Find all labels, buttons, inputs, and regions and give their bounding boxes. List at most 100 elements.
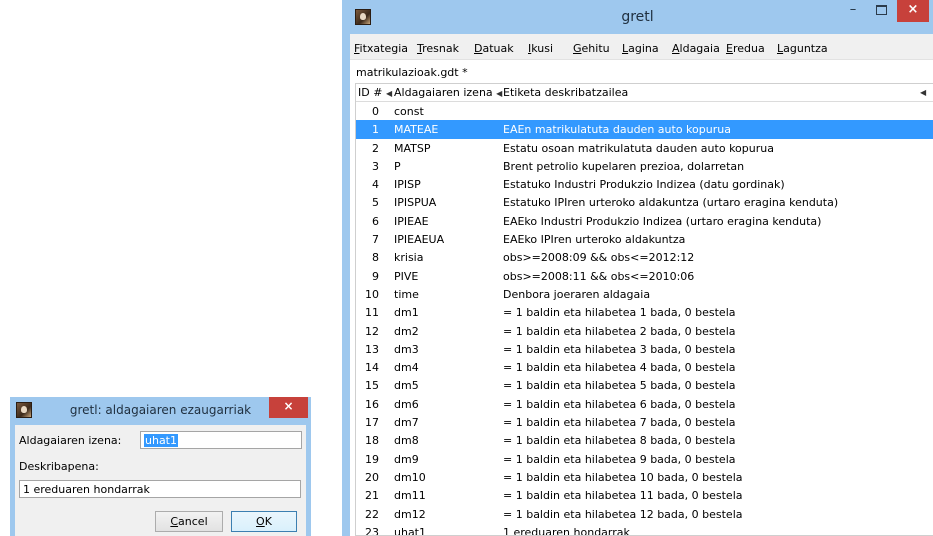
cell-id: 22 [365, 507, 379, 521]
variable-list[interactable]: ID # ◀ Aldagaiaren izena ◀ Etiketa deskr… [355, 83, 933, 536]
cell-name: IPIEAE [394, 214, 429, 228]
cell-name: dm1 [394, 306, 419, 320]
cell-name: dm8 [394, 434, 419, 448]
menu-tresnak[interactable]: Tresnak [417, 42, 459, 55]
cell-description: Estatu osoan matrikulatuta dauden auto k… [503, 141, 774, 155]
cell-description: obs>=2008:09 && obs<=2012:12 [503, 251, 695, 265]
cell-id: 8 [372, 251, 379, 265]
cell-name: MATEAE [394, 123, 439, 137]
variable-name-value: uhat1 [144, 434, 178, 447]
table-row[interactable]: 16 dm6 = 1 baldin eta hilabetea 6 bada, 0 … [356, 395, 933, 413]
ok-button[interactable]: OK [231, 511, 297, 532]
sort-arrow-icon: ◀ [385, 89, 393, 98]
cell-description: = 1 baldin eta hilabetea 6 bada, 0 beste… [503, 397, 736, 411]
maximize-button[interactable] [867, 0, 895, 22]
cell-description: = 1 baldin eta hilabetea 11 bada, 0 best… [503, 489, 743, 503]
cell-id: 14 [365, 361, 379, 375]
table-row[interactable]: 2 MATSP Estatu osoan matrikulatuta dauden … [356, 139, 933, 157]
table-row[interactable]: 0 const [356, 102, 933, 120]
dialog-close-button[interactable]: × [269, 397, 308, 418]
cell-id: 1 [372, 123, 379, 137]
close-button[interactable]: × [897, 0, 929, 22]
cell-name: dm12 [394, 507, 426, 521]
cell-name: PIVE [394, 269, 419, 283]
table-row[interactable]: 20 dm10 = 1 baldin eta hilabetea 10 bada, … [356, 468, 933, 486]
description-label: Deskribapena: [19, 460, 99, 473]
table-row[interactable]: 9 PIVE obs>=2008:11 && obs<=2010:06 [356, 267, 933, 285]
table-row[interactable]: 6 IPIEAE EAEko Industri Produkzio Indizea … [356, 212, 933, 230]
main-titlebar[interactable]: gretl – × [342, 0, 933, 34]
cell-description: = 1 baldin eta hilabetea 12 bada, 0 best… [503, 507, 743, 521]
cell-description: = 1 baldin eta hilabetea 10 bada, 0 best… [503, 470, 743, 484]
table-row[interactable]: 15 dm5 = 1 baldin eta hilabetea 5 bada, 0 … [356, 376, 933, 394]
table-row[interactable]: 3 P Brent petrolio kupelaren prezioa, dola… [356, 157, 933, 175]
cell-description: = 1 baldin eta hilabetea 8 bada, 0 beste… [503, 434, 736, 448]
cell-id: 9 [372, 269, 379, 283]
table-row[interactable]: 12 dm2 = 1 baldin eta hilabetea 2 bada, 0 … [356, 322, 933, 340]
variable-properties-dialog: gretl: aldagaiaren ezaugarriak × Aldagai… [10, 397, 311, 536]
cell-name: dm11 [394, 489, 426, 503]
sort-arrow-icon[interactable]: ◀ [920, 88, 926, 97]
menu-lagina[interactable]: Lagina [622, 42, 659, 55]
cell-name: dm2 [394, 324, 419, 338]
table-row[interactable]: 4 IPISP Estatuko Industri Produkzio Indize… [356, 175, 933, 193]
cell-name: IPISP [394, 178, 421, 192]
cell-description: = 1 baldin eta hilabetea 7 bada, 0 beste… [503, 416, 736, 430]
description-input[interactable]: 1 ereduaren hondarrak [19, 480, 301, 498]
cell-id: 2 [372, 141, 379, 155]
table-row[interactable]: 17 dm7 = 1 baldin eta hilabetea 7 bada, 0 … [356, 413, 933, 431]
table-row[interactable]: 10 time Denbora joeraren aldagaia [356, 285, 933, 303]
table-row[interactable]: 21 dm11 = 1 baldin eta hilabetea 11 bada, … [356, 486, 933, 504]
gretl-main-window: gretl – × Fitxategia Tresnak Datuak Ikusi Ge… [342, 0, 933, 536]
cell-id: 12 [365, 324, 379, 338]
table-row[interactable]: 7 IPIEAEUA EAEko IPIren urteroko aldakuntz… [356, 230, 933, 248]
column-header-name[interactable]: Aldagaiaren izena ◀ [394, 86, 502, 99]
variable-name-input[interactable]: uhat1 [140, 431, 302, 449]
menu-eredua[interactable]: Eredua [726, 42, 765, 55]
dialog-titlebar[interactable]: gretl: aldagaiaren ezaugarriak × [10, 397, 311, 425]
table-row[interactable]: 23 uhat1 1 ereduaren hondarrak [356, 523, 933, 536]
minimize-button[interactable]: – [839, 0, 867, 22]
cell-name: dm6 [394, 397, 419, 411]
menu-gehitu[interactable]: Gehitu [573, 42, 610, 55]
column-header-id[interactable]: ID # ◀ [358, 86, 392, 99]
table-header: ID # ◀ Aldagaiaren izena ◀ Etiketa deskr… [356, 84, 933, 102]
column-header-description[interactable]: Etiketa deskribatzailea [503, 86, 628, 99]
cell-id: 0 [372, 105, 379, 118]
cell-description: Estatuko IPIren urteroko aldakuntza (urt… [503, 196, 839, 210]
menu-laguntza[interactable]: Laguntza [777, 42, 828, 55]
cell-description: EAEko Industri Produkzio Indizea (urtaro… [503, 214, 822, 228]
table-row[interactable]: 22 dm12 = 1 baldin eta hilabetea 12 bada, … [356, 505, 933, 523]
table-row[interactable]: 14 dm4 = 1 baldin eta hilabetea 4 bada, 0 … [356, 358, 933, 376]
table-row[interactable]: 8 krisia obs>=2008:09 && obs<=2012:12 [356, 248, 933, 266]
cell-id: 19 [365, 452, 379, 466]
cell-id: 13 [365, 342, 379, 356]
cancel-button[interactable]: Cancel [155, 511, 223, 532]
dialog-title: gretl: aldagaiaren ezaugarriak [69, 403, 252, 417]
cell-id: 17 [365, 416, 379, 430]
cell-name: dm9 [394, 452, 419, 466]
dialog-body: Aldagaiaren izena: uhat1 Deskribapena: 1… [15, 425, 306, 536]
cell-id: 3 [372, 159, 379, 173]
cell-description: = 1 baldin eta hilabetea 4 bada, 0 beste… [503, 361, 736, 375]
table-row[interactable]: 18 dm8 = 1 baldin eta hilabetea 8 bada, 0 … [356, 431, 933, 449]
cell-name: IPISPUA [394, 196, 437, 210]
table-row[interactable]: 19 dm9 = 1 baldin eta hilabetea 9 bada, 0 … [356, 450, 933, 468]
cell-id: 18 [365, 434, 379, 448]
menu-datuak[interactable]: Datuak [474, 42, 514, 55]
table-row[interactable]: 5 IPISPUA Estatuko IPIren urteroko aldakun… [356, 193, 933, 211]
table-row[interactable]: 13 dm3 = 1 baldin eta hilabetea 3 bada, 0 … [356, 340, 933, 358]
cell-id: 7 [372, 233, 379, 247]
cell-name: krisia [394, 251, 424, 265]
cell-description: = 1 baldin eta hilabetea 3 bada, 0 beste… [503, 342, 736, 356]
menu-fitxategia[interactable]: Fitxategia [354, 42, 408, 55]
cell-name: time [394, 287, 419, 301]
menu-aldagaia[interactable]: Aldagaia [672, 42, 720, 55]
cell-name: dm3 [394, 342, 419, 356]
cell-id: 5 [372, 196, 379, 210]
table-row[interactable]: 11 dm1 = 1 baldin eta hilabetea 1 bada, 0 … [356, 303, 933, 321]
cell-description: EAEn matrikulatuta dauden auto kopurua [503, 123, 731, 137]
menu-ikusi[interactable]: Ikusi [528, 42, 553, 55]
cell-name: uhat1 [394, 525, 426, 536]
table-row[interactable]: 1 MATEAE EAEn matrikulatuta dauden auto ko… [356, 120, 933, 139]
